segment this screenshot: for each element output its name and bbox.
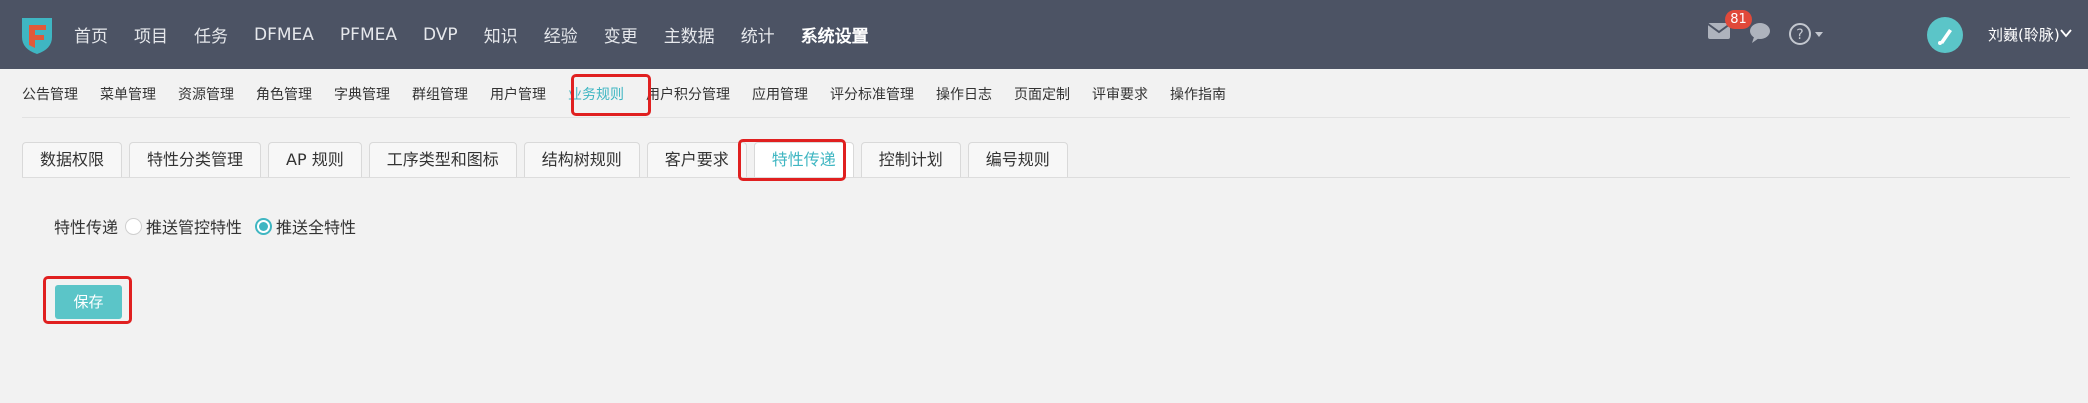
- avatar[interactable]: [1927, 17, 1963, 53]
- tab-numbering-rules[interactable]: 编号规则: [967, 142, 1068, 177]
- tab-control-plan[interactable]: 控制计划: [860, 142, 961, 177]
- subnav-item-scoring-standard[interactable]: 评分标准管理: [830, 84, 914, 104]
- tab-divider: [22, 177, 2070, 178]
- subnav-item-user-points[interactable]: 用户积分管理: [646, 84, 730, 104]
- main-nav: 首页 项目 任务 DFMEA PFMEA DVP 知识 经验 变更 主数据 统计…: [74, 0, 895, 69]
- user-name[interactable]: 刘巍(聆脉): [1988, 24, 2060, 45]
- subnav-item-announcement[interactable]: 公告管理: [22, 84, 78, 104]
- top-navbar: 首页 项目 任务 DFMEA PFMEA DVP 知识 经验 变更 主数据 统计…: [0, 0, 2088, 69]
- characteristic-transfer-field: 特性传递 推送管控特性 推送全特性: [54, 214, 362, 238]
- nav-knowledge[interactable]: 知识: [484, 22, 518, 47]
- subnav-item-operation-guide[interactable]: 操作指南: [1170, 84, 1226, 104]
- chat-icon[interactable]: [1748, 22, 1772, 44]
- subnav-item-dictionary[interactable]: 字典管理: [334, 84, 390, 104]
- avatar-pen-icon: [1938, 29, 1952, 45]
- subnav-item-group[interactable]: 群组管理: [412, 84, 468, 104]
- nav-dvp[interactable]: DVP: [423, 25, 458, 45]
- radio-push-all[interactable]: [255, 217, 273, 235]
- highlight-box-characteristic-transfer: [738, 139, 846, 181]
- app-logo-icon[interactable]: [19, 15, 55, 55]
- tab-characteristic-classification[interactable]: 特性分类管理: [129, 142, 262, 177]
- nav-master-data[interactable]: 主数据: [664, 22, 715, 47]
- nav-home[interactable]: 首页: [74, 22, 108, 47]
- subnav-item-application[interactable]: 应用管理: [752, 84, 808, 104]
- highlight-box-business-rules: [571, 74, 651, 116]
- help-icon[interactable]: ?: [1788, 22, 1826, 46]
- tab-ap-rules[interactable]: AP 规则: [268, 142, 362, 177]
- nav-change[interactable]: 变更: [604, 22, 638, 47]
- subnav-item-role[interactable]: 角色管理: [256, 84, 312, 104]
- tab-structure-tree-rules[interactable]: 结构树规则: [523, 142, 640, 177]
- subnav-divider: [22, 117, 2070, 118]
- highlight-box-save: [43, 276, 132, 324]
- tab-data-permission[interactable]: 数据权限: [22, 142, 123, 177]
- nav-dfmea[interactable]: DFMEA: [254, 25, 314, 45]
- subnav-item-review-requirements[interactable]: 评审要求: [1092, 84, 1148, 104]
- subnav-item-menu[interactable]: 菜单管理: [100, 84, 156, 104]
- field-label: 特性传递: [54, 218, 119, 237]
- svg-text:?: ?: [1796, 27, 1803, 43]
- radio-push-controlled[interactable]: [125, 217, 143, 235]
- subnav-item-user[interactable]: 用户管理: [490, 84, 546, 104]
- nav-task[interactable]: 任务: [194, 22, 228, 47]
- nav-experience[interactable]: 经验: [544, 22, 578, 47]
- radio-label-push-controlled[interactable]: 推送管控特性: [146, 214, 242, 238]
- subnav-item-operation-log[interactable]: 操作日志: [936, 84, 992, 104]
- radio-label-push-all[interactable]: 推送全特性: [276, 214, 356, 238]
- chevron-down-icon[interactable]: [2060, 28, 2072, 38]
- tab-process-type-icons[interactable]: 工序类型和图标: [368, 142, 517, 177]
- nav-system-settings[interactable]: 系统设置: [801, 22, 869, 47]
- subnav-item-page-customization[interactable]: 页面定制: [1014, 84, 1070, 104]
- nav-statistics[interactable]: 统计: [741, 22, 775, 47]
- nav-pfmea[interactable]: PFMEA: [340, 25, 397, 45]
- business-rules-tabs: 数据权限 特性分类管理 AP 规则 工序类型和图标 结构树规则 客户要求 特性传…: [22, 142, 1075, 177]
- subnav-item-resource[interactable]: 资源管理: [178, 84, 234, 104]
- nav-project[interactable]: 项目: [134, 22, 168, 47]
- tab-customer-requirements[interactable]: 客户要求: [646, 142, 747, 177]
